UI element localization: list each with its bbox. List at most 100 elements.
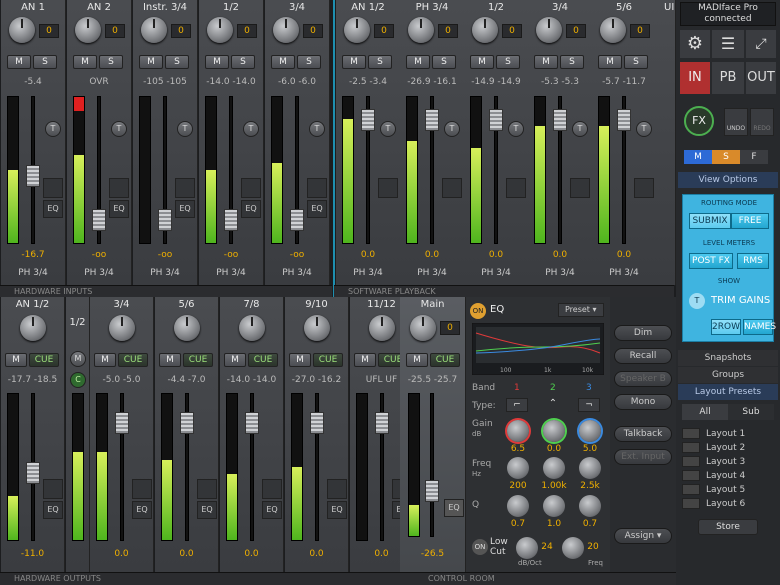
- layout-preset-item[interactable]: Layout 2: [682, 442, 774, 455]
- hardware_outputs-mute-button[interactable]: M: [289, 353, 311, 367]
- eq-on-icon[interactable]: ON: [470, 303, 486, 319]
- store-button[interactable]: Store: [698, 519, 758, 535]
- hardware_outputs-cue-button[interactable]: CUE: [183, 353, 213, 367]
- main-cue-button[interactable]: CUE: [430, 353, 460, 367]
- software_playback-fader[interactable]: [553, 108, 567, 131]
- hardware_outputs-cue-button[interactable]: CUE: [118, 353, 148, 367]
- layout-preset-checkbox[interactable]: [682, 442, 700, 453]
- software_playback-gain-knob[interactable]: [600, 17, 626, 43]
- hardware_inputs-trim-button[interactable]: T: [177, 121, 193, 137]
- rms-button[interactable]: RMS: [737, 253, 769, 269]
- layout-preset-item[interactable]: Layout 4: [682, 470, 774, 483]
- hardware_inputs-eq-button[interactable]: EQ: [241, 200, 261, 218]
- list-view-icon[interactable]: ☰: [712, 30, 744, 58]
- hardware_inputs-gain-knob[interactable]: [273, 17, 299, 43]
- hardware_inputs-solo-button[interactable]: S: [231, 55, 255, 69]
- tab-in[interactable]: IN: [680, 62, 710, 94]
- eq-band2-freq-knob[interactable]: [543, 457, 565, 479]
- eq-band2-q-knob[interactable]: [543, 495, 565, 517]
- software_playback-gain-knob[interactable]: [472, 17, 498, 43]
- hardware_inputs-trim-button[interactable]: T: [309, 121, 325, 137]
- hardware_outputs-fader[interactable]: [26, 462, 40, 485]
- hardware_outputs-cue-button[interactable]: CUE: [248, 353, 278, 367]
- hardware_outputs-fader[interactable]: [115, 411, 129, 434]
- hardware-inputs-bar[interactable]: HARDWARE INPUTS: [0, 285, 332, 297]
- software_playback-solo-button[interactable]: S: [432, 55, 456, 69]
- main-fader[interactable]: [425, 480, 439, 502]
- software_playback-fader[interactable]: [489, 108, 503, 131]
- hardware_outputs-cue-button[interactable]: CUE: [29, 353, 59, 367]
- software_playback-fader[interactable]: [617, 108, 631, 131]
- layout-preset-checkbox[interactable]: [682, 470, 700, 481]
- ext-input-button[interactable]: Ext. Input: [614, 449, 672, 465]
- software_playback-trim-button[interactable]: T: [444, 121, 460, 137]
- names-button[interactable]: NAMES: [743, 319, 776, 335]
- hardware_inputs-trim-button[interactable]: T: [111, 121, 127, 137]
- hardware_inputs-fader[interactable]: [290, 209, 304, 232]
- software-playback-bar[interactable]: SOFTWARE PLAYBACK: [334, 285, 674, 297]
- settings-gear-icon[interactable]: ⚙: [680, 30, 710, 58]
- wrench-icon[interactable]: [327, 479, 347, 499]
- hardware_inputs-trim-button[interactable]: T: [243, 121, 259, 137]
- view-options-header[interactable]: View Options: [678, 172, 778, 188]
- eq-band3-gain-knob[interactable]: [579, 420, 601, 442]
- software_playback-solo-button[interactable]: S: [496, 55, 520, 69]
- wrench-icon[interactable]: [132, 479, 152, 499]
- wrench-icon[interactable]: [43, 178, 63, 198]
- wrench-icon[interactable]: [307, 178, 327, 198]
- software_playback-gain-knob[interactable]: [344, 17, 370, 43]
- main-eq-button[interactable]: EQ: [444, 499, 464, 517]
- layout-preset-checkbox[interactable]: [682, 484, 700, 495]
- redo-button[interactable]: REDO: [750, 108, 774, 136]
- eq-band3-freq-knob[interactable]: [579, 457, 601, 479]
- hardware_inputs-trim-button[interactable]: T: [45, 121, 61, 137]
- assign-button[interactable]: Assign ▾: [614, 528, 672, 544]
- post-fx-button[interactable]: POST FX: [689, 253, 733, 269]
- software_playback-solo-button[interactable]: S: [368, 55, 392, 69]
- hardware_inputs-gain-knob[interactable]: [141, 17, 167, 43]
- layout-sub-tab[interactable]: Sub: [728, 404, 774, 420]
- hardware_outputs-fader[interactable]: [180, 411, 194, 434]
- hardware_inputs-gain-knob[interactable]: [207, 17, 233, 43]
- software_playback-mute-button[interactable]: M: [342, 55, 366, 69]
- hardware_inputs-fader[interactable]: [158, 209, 172, 232]
- eq-band3-q-knob[interactable]: [579, 495, 601, 517]
- hardware_inputs-eq-button[interactable]: EQ: [307, 200, 327, 218]
- eq-band1-freq-knob[interactable]: [507, 457, 529, 479]
- hardware_outputs-gain-knob[interactable]: [20, 315, 46, 341]
- wrench-icon[interactable]: [262, 479, 282, 499]
- layout-preset-item[interactable]: Layout 6: [682, 498, 774, 511]
- software_playback-solo-button[interactable]: S: [560, 55, 584, 69]
- wrench-icon[interactable]: [378, 178, 398, 198]
- undo-button[interactable]: UNDO: [724, 108, 748, 136]
- software_playback-mute-button[interactable]: M: [470, 55, 494, 69]
- control-room-bar[interactable]: CONTROL ROOM: [400, 572, 676, 585]
- hardware_outputs-mute-button[interactable]: M: [159, 353, 181, 367]
- wrench-icon[interactable]: [634, 178, 654, 198]
- eq-band2-type-icon[interactable]: ⌃: [542, 398, 564, 412]
- narrow-mute-button[interactable]: M: [70, 351, 86, 367]
- hardware_inputs-eq-button[interactable]: EQ: [175, 200, 195, 218]
- trim-gains-label[interactable]: TRIM GAINS: [711, 295, 770, 306]
- hardware_outputs-fader[interactable]: [310, 411, 324, 434]
- hardware_outputs-gain-knob[interactable]: [239, 315, 265, 341]
- layout-preset-checkbox[interactable]: [682, 456, 700, 467]
- msf-s-button[interactable]: S: [712, 150, 740, 164]
- hardware_outputs-mute-button[interactable]: M: [94, 353, 116, 367]
- hardware_inputs-mute-button[interactable]: M: [73, 55, 97, 69]
- software_playback-gain-knob[interactable]: [536, 17, 562, 43]
- eq-band3-type-icon[interactable]: ¬: [578, 398, 600, 412]
- software_playback-mute-button[interactable]: M: [534, 55, 558, 69]
- layout-preset-checkbox[interactable]: [682, 428, 700, 439]
- hardware_inputs-solo-button[interactable]: S: [165, 55, 189, 69]
- hardware_inputs-solo-button[interactable]: S: [99, 55, 123, 69]
- eq-band2-gain-knob[interactable]: [543, 420, 565, 442]
- layout-all-tab[interactable]: All: [682, 404, 728, 420]
- hardware_outputs-eq-button[interactable]: EQ: [197, 501, 217, 519]
- hardware_outputs-mute-button[interactable]: M: [224, 353, 246, 367]
- eq-band1-q-knob[interactable]: [507, 495, 529, 517]
- software_playback-fader[interactable]: [361, 108, 375, 131]
- groups-header[interactable]: Groups: [678, 367, 778, 383]
- hardware_inputs-mute-button[interactable]: M: [7, 55, 31, 69]
- hardware_outputs-gain-knob[interactable]: [109, 315, 135, 341]
